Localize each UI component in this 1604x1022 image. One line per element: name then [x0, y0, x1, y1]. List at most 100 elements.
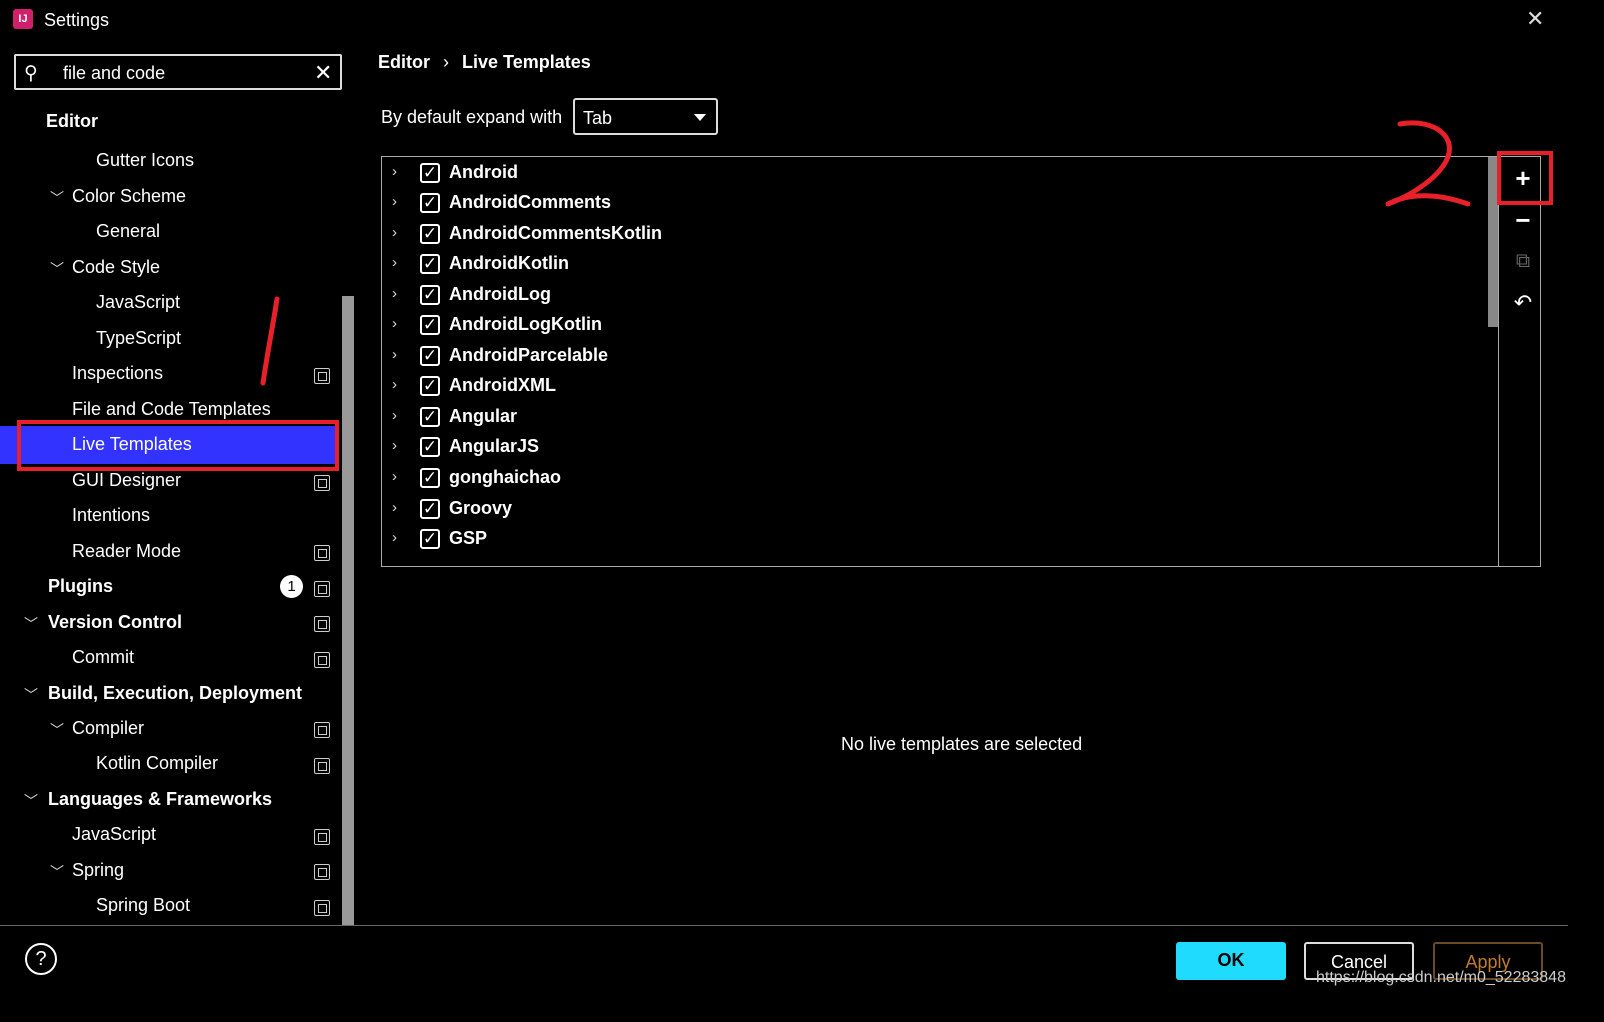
list-item[interactable]: › ✓ AndroidComments	[382, 189, 1482, 219]
tree-item-color-scheme[interactable]: Color Scheme	[72, 179, 186, 213]
list-item[interactable]: › ✓ AndroidLog	[382, 281, 1482, 311]
tree-item-code-style[interactable]: Code Style	[72, 250, 160, 284]
tree-item-javascript[interactable]: JavaScript	[72, 817, 156, 851]
chevron-right-icon[interactable]: ›	[392, 346, 397, 363]
chevron-down-icon[interactable]: ﹀	[24, 685, 38, 705]
intellij-app-icon: IJ	[13, 9, 33, 29]
chevron-right-icon[interactable]: ›	[392, 163, 397, 180]
settings-search-input[interactable]: ⚲ file and code ✕	[14, 54, 342, 90]
breadcrumb: Editor › Live Templates	[378, 52, 591, 73]
chevron-right-icon[interactable]: ›	[392, 529, 397, 546]
chevron-right-icon[interactable]: ›	[392, 468, 397, 485]
tree-item-gutter-icons[interactable]: Gutter Icons	[96, 143, 194, 177]
tree-item-inspections[interactable]: Inspections	[72, 356, 163, 390]
list-item[interactable]: › ✓ GSP	[382, 525, 1482, 555]
chevron-right-icon[interactable]: ›	[392, 315, 397, 332]
chevron-right-icon[interactable]: ›	[392, 437, 397, 454]
tree-item-version-control[interactable]: Version Control	[48, 605, 182, 639]
chevron-down-icon[interactable]: ﹀	[50, 188, 64, 208]
undo-icon[interactable]: ↶	[1508, 288, 1538, 318]
chevron-right-icon[interactable]: ›	[392, 254, 397, 271]
breadcrumb-current: Live Templates	[462, 52, 591, 72]
chevron-down-icon[interactable]: ﹀	[50, 259, 64, 279]
annotation-box-add	[1497, 151, 1553, 205]
tree-item-plugins[interactable]: Plugins	[48, 569, 113, 603]
checkbox[interactable]: ✓	[420, 499, 440, 519]
close-icon[interactable]: ✕	[1526, 6, 1544, 32]
checkbox[interactable]: ✓	[420, 254, 440, 274]
list-item[interactable]: › ✓ AndroidKotlin	[382, 250, 1482, 280]
bottom-divider	[0, 925, 1568, 926]
project-copy-icon	[314, 758, 330, 774]
tree-scrollbar[interactable]	[342, 296, 354, 926]
watermark: https://blog.csdn.net/m0_52283848	[1316, 969, 1566, 986]
tree-item-editor[interactable]: Editor	[46, 104, 98, 138]
checkbox[interactable]: ✓	[420, 346, 440, 366]
chevron-down-icon[interactable]: ﹀	[50, 720, 64, 740]
chevron-right-icon[interactable]: ›	[392, 376, 397, 393]
list-item[interactable]: › ✓ AndroidLogKotlin	[382, 311, 1482, 341]
templates-list[interactable]: › ✓ Android › ✓ AndroidComments › ✓ AndroidCom…	[381, 156, 1541, 567]
tree-item-spring-boot[interactable]: Spring Boot	[96, 888, 190, 922]
project-copy-icon	[314, 722, 330, 738]
tree-item-commit[interactable]: Commit	[72, 640, 134, 674]
list-item[interactable]: › ✓ AndroidParcelable	[382, 342, 1482, 372]
list-item[interactable]: › ✓ gonghaichao	[382, 464, 1482, 494]
checkbox[interactable]: ✓	[420, 468, 440, 488]
chevron-down-icon[interactable]: ﹀	[50, 862, 64, 882]
list-item[interactable]: › ✓ AndroidXML	[382, 372, 1482, 402]
project-copy-icon	[314, 581, 330, 597]
annotation-box-live-templates	[17, 420, 339, 471]
project-copy-icon	[314, 368, 330, 384]
project-copy-icon	[314, 829, 330, 845]
expand-with-select[interactable]: Tab	[573, 98, 718, 135]
tree-item-general[interactable]: General	[96, 214, 160, 248]
project-copy-icon	[314, 900, 330, 916]
list-item[interactable]: › ✓ Angular	[382, 403, 1482, 433]
chevron-right-icon[interactable]: ›	[392, 193, 397, 210]
tree-item-spring[interactable]: Spring	[72, 853, 124, 887]
chevron-right-icon[interactable]: ›	[392, 224, 397, 241]
chevron-right-icon[interactable]: ›	[392, 499, 397, 516]
checkbox[interactable]: ✓	[420, 376, 440, 396]
checkbox[interactable]: ✓	[420, 315, 440, 335]
window-title: Settings	[44, 10, 110, 30]
checkbox[interactable]: ✓	[420, 193, 440, 213]
list-item[interactable]: › ✓ Android	[382, 159, 1482, 189]
project-copy-icon	[314, 616, 330, 632]
clear-search-icon[interactable]: ✕	[314, 60, 332, 86]
annotation-mark-2	[1385, 120, 1471, 207]
chevron-right-icon[interactable]: ›	[392, 407, 397, 424]
tree-item-javascript-style[interactable]: JavaScript	[96, 285, 180, 319]
ok-button[interactable]: OK	[1176, 942, 1286, 980]
tree-item-compiler[interactable]: Compiler	[72, 711, 144, 745]
chevron-down-icon[interactable]: ﹀	[24, 614, 38, 634]
tree-item-typescript-style[interactable]: TypeScript	[96, 321, 181, 355]
copy-icon[interactable]: ⧉	[1508, 246, 1538, 276]
checkbox[interactable]: ✓	[420, 407, 440, 427]
annotation-mark-1	[260, 296, 280, 386]
checkbox[interactable]: ✓	[420, 437, 440, 457]
project-copy-icon	[314, 475, 330, 491]
checkbox[interactable]: ✓	[420, 285, 440, 305]
plugins-update-badge: 1	[280, 575, 303, 598]
tree-item-reader-mode[interactable]: Reader Mode	[72, 534, 181, 568]
expand-with-value: Tab	[583, 108, 613, 128]
checkbox[interactable]: ✓	[420, 224, 440, 244]
tree-item-kotlin-compiler[interactable]: Kotlin Compiler	[96, 746, 218, 780]
list-item[interactable]: › ✓ AngularJS	[382, 433, 1482, 463]
help-button[interactable]: ?	[25, 943, 57, 975]
remove-icon[interactable]: −	[1508, 205, 1538, 235]
tree-item-languages-frameworks[interactable]: Languages & Frameworks	[48, 782, 272, 816]
checkbox[interactable]: ✓	[420, 529, 440, 549]
list-item[interactable]: › ✓ Groovy	[382, 495, 1482, 525]
chevron-down-icon[interactable]: ﹀	[24, 791, 38, 811]
tree-item-intentions[interactable]: Intentions	[72, 498, 150, 532]
tree-item-build-execution-deployment[interactable]: Build, Execution, Deployment	[48, 676, 302, 710]
checkbox[interactable]: ✓	[420, 163, 440, 183]
breadcrumb-parent[interactable]: Editor	[378, 52, 430, 72]
breadcrumb-separator: ›	[443, 52, 450, 72]
search-value: file and code	[63, 63, 166, 83]
chevron-right-icon[interactable]: ›	[392, 285, 397, 302]
list-item[interactable]: › ✓ AndroidCommentsKotlin	[382, 220, 1482, 250]
